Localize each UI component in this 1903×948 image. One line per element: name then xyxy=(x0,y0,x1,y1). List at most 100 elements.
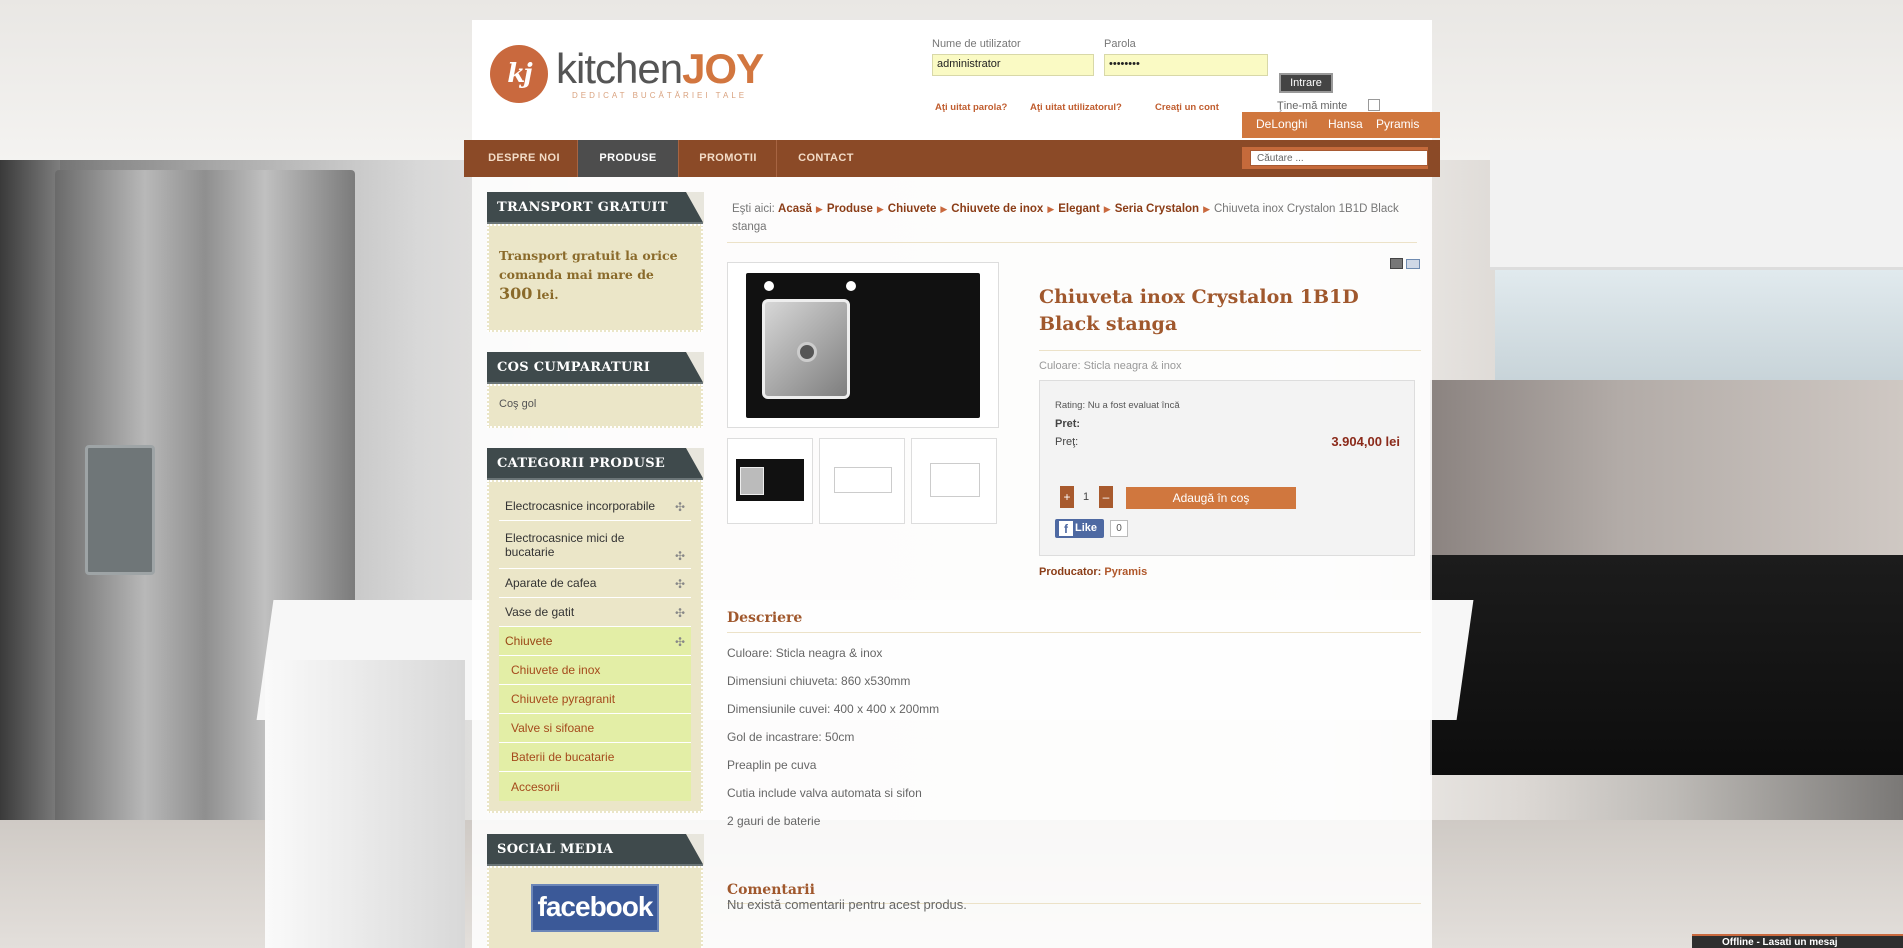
subcategory-valve-si-sifoane[interactable]: Valve si sifoane xyxy=(499,714,691,743)
breadcrumb-separator-icon: ▶ xyxy=(876,204,884,214)
background-glass-shelves xyxy=(1495,270,1903,380)
cart-body: Coş gol xyxy=(487,384,703,428)
thumbnail-basin xyxy=(740,467,764,495)
nav-produse[interactable]: PRODUSE xyxy=(578,140,678,177)
subcategory-accesorii[interactable]: Accesorii xyxy=(499,772,691,801)
transport-body: Transport gratuit la orice comanda mai m… xyxy=(487,224,703,332)
social-body: facebook xyxy=(487,866,703,948)
breadcrumb-prefix: Eşti aici: xyxy=(732,203,775,215)
page-container: kj kitchenJOY DEDICAT BUCĂTĂRIEI TALE Nu… xyxy=(464,20,1440,948)
category-vase-de-gatit[interactable]: Vase de gatit ✣ xyxy=(499,598,691,627)
category-label: Chiuvete xyxy=(505,634,553,648)
add-to-cart-button[interactable]: Adaugă în coş xyxy=(1126,487,1296,509)
producer-link[interactable]: Pyramis xyxy=(1104,566,1147,578)
product-thumbnail-3[interactable] xyxy=(911,438,997,524)
chat-widget[interactable]: Offline - Lasati un mesaj xyxy=(1692,934,1903,948)
social-box: SOCIAL MEDIA facebook xyxy=(487,834,704,948)
category-chiuvete[interactable]: Chiuvete ✣ xyxy=(499,627,691,656)
breadcrumb-home[interactable]: Acasă xyxy=(778,203,812,215)
main-content: Eşti aici: Acasă ▶ Produse ▶ Chiuvete ▶ Chiuve… xyxy=(727,20,1422,948)
facebook-button[interactable]: facebook xyxy=(531,884,659,932)
categories-box: CATEGORII PRODUSE Electrocasnice incorpo… xyxy=(487,448,704,813)
description-line: Culoare: Sticla neagra & inox xyxy=(727,646,883,660)
description-title: Descriere xyxy=(727,610,803,626)
quantity-increase-button[interactable]: + xyxy=(1060,486,1074,508)
product-producer: Producator: Pyramis xyxy=(1039,566,1147,578)
cart-empty: Coş gol xyxy=(499,398,537,410)
logo-mark: kj xyxy=(490,45,548,103)
tap-hole xyxy=(764,281,774,291)
background-cabinet-left xyxy=(0,160,60,860)
thumbnail-drawing-side xyxy=(930,463,980,497)
subcategory-baterii-de-bucatarie[interactable]: Baterii de bucatarie xyxy=(499,743,691,772)
expand-icon[interactable]: ✣ xyxy=(675,606,685,620)
product-thumbnail-1[interactable] xyxy=(727,438,813,524)
transport-box: TRANSPORT GRATUIT Transport gratuit la o… xyxy=(487,192,704,332)
thumbnail-drawing-top xyxy=(834,467,892,493)
category-electrocasnice-mici[interactable]: Electrocasnice mici de bucatarie ✣ xyxy=(499,521,691,569)
expand-icon[interactable]: ✣ xyxy=(675,577,685,591)
producer-label: Producator: xyxy=(1039,566,1102,578)
tap-hole xyxy=(846,281,856,291)
breadcrumb-separator-icon: ▶ xyxy=(815,204,823,214)
breadcrumb-separator-icon: ▶ xyxy=(940,204,948,214)
nav-divider xyxy=(678,140,679,177)
description-divider xyxy=(727,632,1421,633)
description-line: Dimensiuni chiuveta: 860 x530mm xyxy=(727,674,911,688)
category-electrocasnice-incorporabile[interactable]: Electrocasnice incorporabile ✣ xyxy=(499,492,691,521)
background-fridge-dispenser xyxy=(85,445,155,575)
logo-kitchen: kitchen xyxy=(556,45,683,92)
sink-drain xyxy=(797,342,817,362)
breadcrumb-produse[interactable]: Produse xyxy=(827,203,873,215)
comments-title: Comentarii xyxy=(727,882,815,898)
categories-title: CATEGORII PRODUSE xyxy=(487,448,704,480)
transport-text: Transport gratuit la orice comanda mai m… xyxy=(499,246,691,304)
price-label: Preţ: xyxy=(1055,436,1079,448)
sink-basin xyxy=(762,299,850,399)
logo-tagline: DEDICAT BUCĂTĂRIEI TALE xyxy=(572,91,748,100)
category-label: Vase de gatit xyxy=(505,605,575,619)
price-box: Rating: Nu a fost evaluat încă Pret: Pre… xyxy=(1039,380,1415,556)
facebook-like-count: 0 xyxy=(1110,520,1128,537)
breadcrumb-chiuvete-de-inox[interactable]: Chiuvete de inox xyxy=(951,203,1043,215)
expand-icon[interactable]: ✣ xyxy=(675,500,685,514)
subcategory-chiuvete-de-inox[interactable]: Chiuvete de inox xyxy=(499,656,691,685)
quantity-input[interactable]: 1 xyxy=(1075,486,1097,508)
product-title: Chiuveta inox Crystalon 1B1D Black stang… xyxy=(1039,286,1359,335)
category-label: Electrocasnice incorporabile xyxy=(505,499,656,513)
category-label: Aparate de cafea xyxy=(505,576,597,590)
sink-image xyxy=(746,273,980,418)
social-title: SOCIAL MEDIA xyxy=(487,834,704,866)
background-backsplash xyxy=(1430,380,1903,555)
subcategory-chiuvete-pyragranit[interactable]: Chiuvete pyragranit xyxy=(499,685,691,714)
category-aparate-de-cafea[interactable]: Aparate de cafea ✣ xyxy=(499,569,691,598)
quantity-decrease-button[interactable]: – xyxy=(1099,486,1113,508)
description-line: Gol de incastrare: 50cm xyxy=(727,730,855,744)
facebook-like-button[interactable]: Like xyxy=(1055,519,1104,538)
product-thumbnail-2[interactable] xyxy=(819,438,905,524)
categories-list: Electrocasnice incorporabile ✣ Electroca… xyxy=(487,480,703,813)
description-line: Dimensiunile cuvei: 400 x 400 x 200mm xyxy=(727,702,940,716)
breadcrumb-elegant[interactable]: Elegant xyxy=(1058,203,1100,215)
price-value: 3.904,00 lei xyxy=(1331,434,1400,449)
comments-empty: Nu există comentarii pentru acest produs… xyxy=(727,897,967,912)
description-line: Preaplin pe cuva xyxy=(727,758,817,772)
transport-title: TRANSPORT GRATUIT xyxy=(487,192,704,224)
expand-icon[interactable]: ✣ xyxy=(675,635,685,649)
background-lower-cabinets xyxy=(1430,555,1903,775)
expand-icon[interactable]: ✣ xyxy=(675,549,685,563)
category-label: Electrocasnice mici de bucatarie xyxy=(505,530,625,559)
title-divider xyxy=(1039,350,1421,351)
email-icon[interactable] xyxy=(1406,259,1420,269)
nav-despre-noi[interactable]: DESPRE NOI xyxy=(479,140,569,177)
breadcrumb-separator-icon: ▶ xyxy=(1047,204,1055,214)
description-line: Cutia include valva automata si sifon xyxy=(727,786,922,800)
breadcrumb-divider xyxy=(727,242,1417,243)
product-main-image[interactable] xyxy=(727,262,999,428)
breadcrumb-seria-crystalon[interactable]: Seria Crystalon xyxy=(1115,203,1199,215)
breadcrumb-chiuvete[interactable]: Chiuvete xyxy=(888,203,937,215)
transport-amount: 300 xyxy=(499,284,533,303)
print-icon[interactable] xyxy=(1390,258,1403,269)
price-heading: Pret: xyxy=(1055,418,1081,430)
breadcrumb-separator-icon: ▶ xyxy=(1203,204,1210,214)
